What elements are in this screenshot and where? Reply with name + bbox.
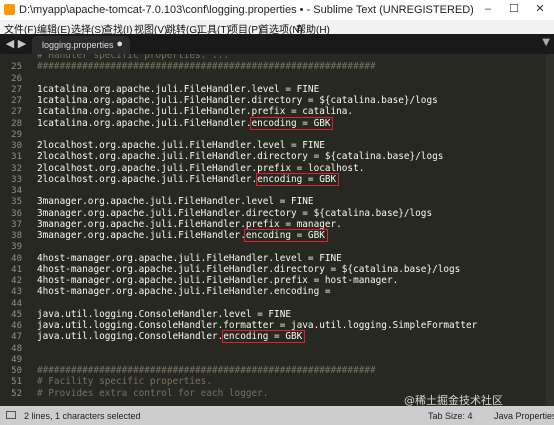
line-number: 31 (11, 152, 22, 163)
watermark: @稀土掘金技术社区 (404, 394, 503, 407)
line-number: 38 (11, 231, 22, 241)
code-line[interactable]: 51 # Facility specific properties. (0, 376, 554, 388)
line-text: ########################################… (37, 365, 376, 376)
code-line[interactable]: 42 4host-manager.org.apache.juli.FileHand… (0, 275, 554, 287)
line-text: 4host-manager.org.apache.juli.FileHandle… (37, 263, 461, 275)
window-title: D:\myapp\apache-tomcat-7.0.103\conf\logg… (19, 4, 474, 16)
tab-logging-properties[interactable]: logging.properties ● (32, 36, 130, 54)
line-number: 41 (11, 264, 22, 275)
selection-status: 2 lines, 1 characters selected (24, 411, 141, 421)
code-line[interactable]: 29 (0, 129, 554, 141)
line-number: 35 (11, 197, 22, 208)
line-number: 37 (11, 219, 22, 230)
close-icon[interactable]: ✕ (532, 2, 548, 17)
panel-toggle-icon[interactable] (6, 411, 16, 419)
chevron-left-icon[interactable]: ◀ (4, 37, 16, 51)
line-number: 33 (11, 174, 22, 185)
line-number: 50 (11, 366, 22, 376)
code-line[interactable]: 50 ######################################… (0, 365, 554, 377)
line-text: # Provides extra control for each logger… (37, 387, 269, 399)
line-text: 1catalina.org.apache.juli.FileHandler.le… (37, 83, 320, 95)
tab-label: logging.properties (42, 40, 114, 50)
code-line[interactable]: 30 2localhost.org.apache.juli.FileHandler… (0, 140, 554, 152)
code-line[interactable]: 27 1catalina.org.apache.juli.FileHandler.… (0, 84, 554, 96)
line-text: # Facility specific properties. (37, 376, 212, 388)
line-number: 26 (11, 73, 22, 84)
line-text: 4host-manager.org.apache.juli.FileHandle… (37, 286, 331, 298)
title-bar: D:\myapp\apache-tomcat-7.0.103\conf\logg… (0, 0, 554, 20)
line-text: 1catalina.org.apache.juli.FileHandler.di… (37, 95, 438, 106)
code-line[interactable]: 39 (0, 241, 554, 253)
line-number: 27 (11, 96, 22, 106)
menu-bar: 文件(F) 编辑(E) 选择(S) 查找(I) 视图(V) 跳转(G) 工具(T… (0, 20, 554, 36)
unsaved-dot-icon[interactable]: ● (116, 38, 123, 50)
code-line[interactable]: 48 (0, 343, 554, 355)
line-number: 42 (11, 276, 22, 286)
line-number: 44 (11, 298, 22, 309)
line-number: 25 (11, 62, 22, 73)
line-number: 36 (11, 208, 22, 219)
code-line[interactable]: 45 java.util.logging.ConsoleHandler.level… (0, 309, 554, 321)
line-text: 2localhost.org.apache.juli.FileHandler.d… (37, 151, 444, 163)
code-line[interactable]: 41 4host-manager.org.apache.juli.FileHand… (0, 264, 554, 276)
highlight-box (250, 116, 334, 130)
line-number: 27 (11, 84, 22, 95)
syntax-status[interactable]: Java Properties (494, 411, 554, 421)
tab-bar: ◀ ▶ logging.properties ● ▼ (0, 34, 554, 54)
line-text: 4host-manager.org.apache.juli.FileHandle… (37, 252, 342, 264)
line-text: 3manager.org.apache.juli.FileHandler.dir… (37, 207, 433, 219)
line-text: 3manager.org.apache.juli.FileHandler.lev… (37, 196, 314, 208)
code-line[interactable]: 26 (0, 73, 554, 85)
highlight-box (244, 229, 328, 242)
line-text: 4host-manager.org.apache.juli.FileHandle… (37, 275, 399, 286)
line-number: 29 (11, 129, 22, 140)
code-line[interactable]: 31 2localhost.org.apache.juli.FileHandler… (0, 151, 554, 163)
line-text: java.util.logging.ConsoleHandler.level =… (37, 308, 291, 320)
code-line[interactable]: 27 1catalina.org.apache.juli.FileHandler.… (0, 95, 554, 107)
line-number: 51 (11, 377, 22, 388)
line-number: 39 (11, 242, 22, 253)
line-text: 2localhost.org.apache.juli.FileHandler.l… (37, 140, 325, 151)
line-number: 28 (11, 118, 22, 129)
chevron-down-icon[interactable]: ▼ (542, 37, 550, 48)
sublime-text-icon (4, 4, 15, 15)
minimize-icon[interactable]: – (480, 2, 496, 17)
code-editor[interactable]: # Handler specific properties. ... 25 ####… (0, 54, 554, 406)
line-number: 46 (11, 321, 22, 331)
line-number: 52 (11, 388, 22, 399)
line-number: 40 (11, 253, 22, 264)
line-number: 43 (11, 287, 22, 298)
line-number: 47 (11, 332, 22, 343)
code-line[interactable]: 34 (0, 185, 554, 197)
line-number: 48 (11, 343, 22, 354)
code-line[interactable]: 25 ######################################… (0, 61, 554, 73)
line-number: 45 (11, 309, 22, 320)
status-bar: 2 lines, 1 characters selected Tab Size:… (0, 406, 554, 425)
code-line[interactable]: 44 (0, 298, 554, 310)
code-line[interactable]: 40 4host-manager.org.apache.juli.FileHand… (0, 253, 554, 265)
chevron-right-icon[interactable]: ▶ (16, 37, 28, 51)
code-line[interactable]: 49 (0, 354, 554, 366)
highlight-box (255, 172, 339, 186)
code-line[interactable]: 35 3manager.org.apache.juli.FileHandler.l… (0, 196, 554, 208)
line-number: 30 (11, 141, 22, 151)
tab-size-status[interactable]: Tab Size: 4 (428, 411, 473, 421)
line-number: 27 (11, 107, 22, 118)
code-line[interactable]: 43 4host-manager.org.apache.juli.FileHand… (0, 286, 554, 298)
minimap[interactable] (546, 54, 554, 406)
line-number: 49 (11, 354, 22, 365)
line-number: 32 (11, 163, 22, 174)
line-number: 34 (11, 186, 22, 196)
code-line[interactable]: 36 3manager.org.apache.juli.FileHandler.d… (0, 208, 554, 220)
maximize-icon[interactable]: ☐ (506, 2, 522, 17)
highlight-box (221, 330, 305, 344)
line-text: ########################################… (37, 61, 376, 73)
